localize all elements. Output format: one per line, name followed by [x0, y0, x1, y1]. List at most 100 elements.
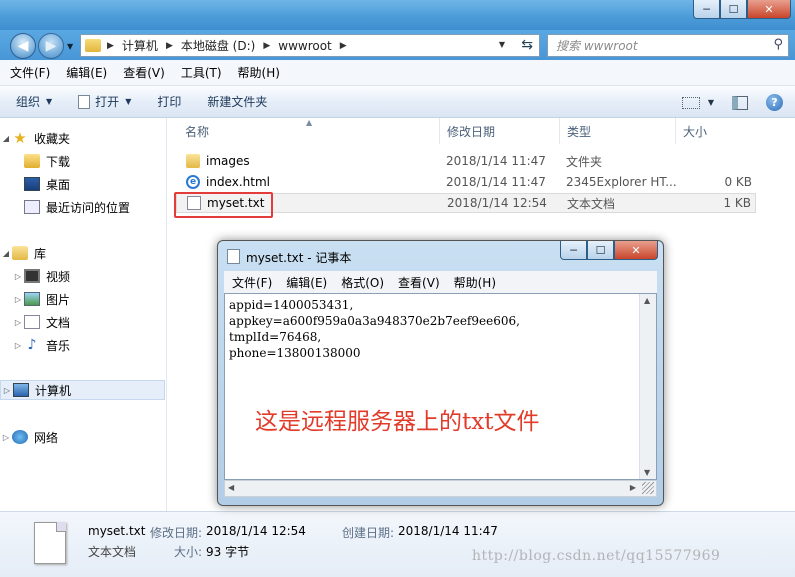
nav-libraries[interactable]: ◢ 库	[0, 243, 165, 263]
menu-view[interactable]: 查看(V)	[123, 64, 165, 81]
video-library-icon	[24, 269, 40, 283]
notepad-close-button[interactable]: ✕	[614, 241, 658, 260]
file-row-index-html[interactable]: e index.html 2018/1/14 11:47 2345Explore…	[176, 172, 756, 192]
nav-favorites[interactable]: ◢ ★ 收藏夹	[0, 128, 165, 148]
notepad-text-area[interactable]: appid=1400053431, appkey=a600f959a0a3a94…	[224, 293, 657, 480]
navigation-pane: ◢ ★ 收藏夹 下载 桌面 最近访问的位置 ◢ 库 ▷ 视频 ▷ 图片 ▷ 文档…	[0, 118, 167, 511]
open-button[interactable]: 打开 ▼	[78, 93, 131, 110]
column-size-label: 大小	[683, 124, 708, 139]
search-input[interactable]: 搜索 wwwroot ⚲	[547, 34, 789, 57]
breadcrumb-drive[interactable]: 本地磁盘 (D:)	[181, 37, 255, 54]
change-view-icon[interactable]	[681, 96, 700, 109]
column-header-size[interactable]: 大小	[676, 118, 756, 144]
scroll-left-icon[interactable]: ◀	[228, 483, 234, 492]
column-header-name[interactable]: 名称	[178, 118, 440, 144]
chevron-right-icon[interactable]: ▶	[166, 41, 173, 51]
computer-icon	[13, 383, 29, 397]
menu-bar: 文件(F) 编辑(E) 查看(V) 工具(T) 帮助(H)	[0, 60, 795, 86]
nav-videos[interactable]: ▷ 视频	[0, 266, 165, 286]
nav-documents[interactable]: ▷ 文档	[0, 312, 165, 332]
menu-file[interactable]: 文件(F)	[10, 64, 50, 81]
menu-edit[interactable]: 编辑(E)	[66, 64, 107, 81]
help-icon[interactable]: ?	[766, 94, 783, 111]
nav-desktop[interactable]: 桌面	[0, 174, 165, 194]
new-folder-button[interactable]: 新建文件夹	[207, 93, 267, 110]
recent-pages-dropdown-icon[interactable]: ▼	[67, 42, 73, 51]
scroll-up-icon[interactable]: ▲	[644, 296, 650, 305]
scroll-down-icon[interactable]: ▼	[644, 468, 650, 477]
notepad-menu-file[interactable]: 文件(F)	[232, 274, 272, 291]
nav-videos-label: 视频	[46, 269, 71, 284]
menu-tools[interactable]: 工具(T)	[181, 64, 222, 81]
address-bar[interactable]: ▶ 计算机 ▶ 本地磁盘 (D:) ▶ wwwroot ▶ ▼ ⇆	[80, 34, 540, 57]
close-button[interactable]: ✕	[747, 0, 791, 19]
view-dropdown-icon[interactable]: ▼	[708, 98, 714, 107]
notepad-content[interactable]: appid=1400053431, appkey=a600f959a0a3a94…	[229, 297, 520, 361]
refresh-icon[interactable]: ⇆	[521, 37, 533, 53]
collapsed-triangle-icon[interactable]: ▷	[12, 318, 24, 327]
collapsed-triangle-icon[interactable]: ▷	[1, 386, 13, 395]
title-bar: ─ ☐ ✕	[0, 0, 795, 30]
search-placeholder: 搜索 wwwroot	[556, 39, 638, 53]
collapsed-triangle-icon[interactable]: ▷	[12, 341, 24, 350]
nav-pictures[interactable]: ▷ 图片	[0, 289, 165, 309]
minimize-button[interactable]: ─	[693, 0, 720, 19]
network-icon	[12, 430, 28, 444]
collapsed-triangle-icon[interactable]: ▷	[12, 272, 24, 281]
vertical-scrollbar[interactable]: ▲ ▼	[639, 294, 656, 479]
maximize-button[interactable]: ☐	[720, 0, 747, 19]
notepad-menu-view[interactable]: 查看(V)	[398, 274, 440, 291]
caption-buttons: ─ ☐ ✕	[693, 0, 791, 19]
breadcrumb-wwwroot[interactable]: wwwroot	[278, 39, 332, 53]
chevron-right-icon[interactable]: ▶	[263, 41, 270, 51]
column-header-type[interactable]: 类型	[560, 118, 676, 144]
breadcrumb-computer[interactable]: 计算机	[122, 37, 158, 54]
address-dropdown-icon[interactable]: ▼	[499, 40, 505, 49]
forward-button[interactable]: ▶	[38, 33, 64, 59]
column-header-date[interactable]: 修改日期	[440, 118, 560, 144]
notepad-menu-help[interactable]: 帮助(H)	[454, 274, 496, 291]
preview-pane-icon[interactable]	[732, 95, 748, 110]
chevron-right-icon[interactable]: ▶	[340, 41, 347, 51]
menu-help[interactable]: 帮助(H)	[238, 64, 280, 81]
notepad-menu-format[interactable]: 格式(O)	[341, 274, 384, 291]
organize-label: 组织	[16, 95, 41, 109]
organize-button[interactable]: 组织 ▼	[16, 93, 52, 110]
library-icon	[12, 246, 28, 260]
notepad-minimize-button[interactable]: ─	[560, 241, 587, 260]
column-type-label: 类型	[567, 124, 592, 139]
horizontal-scrollbar[interactable]: ◀ ▶	[224, 480, 657, 497]
notepad-maximize-button[interactable]: ☐	[587, 241, 614, 260]
expanded-triangle-icon[interactable]: ◢	[0, 134, 12, 143]
new-folder-label: 新建文件夹	[207, 95, 268, 109]
watermark: http://blog.csdn.net/qq15577969	[472, 548, 721, 564]
print-button[interactable]: 打印	[157, 93, 181, 110]
file-size: 1 KB	[723, 196, 751, 210]
collapsed-triangle-icon[interactable]: ▷	[0, 433, 12, 442]
browser-document-icon: e	[186, 175, 200, 189]
notepad-menu-edit[interactable]: 编辑(E)	[286, 274, 327, 291]
documents-library-icon	[24, 315, 40, 329]
expanded-triangle-icon[interactable]: ◢	[0, 249, 12, 258]
nav-desktop-label: 桌面	[46, 177, 71, 192]
details-size-value: 93 字节	[206, 545, 250, 559]
file-type: 文本文档	[567, 196, 616, 211]
nav-downloads[interactable]: 下载	[0, 151, 165, 171]
nav-recent-places[interactable]: 最近访问的位置	[0, 197, 165, 217]
details-file-type: 文本文档	[88, 545, 137, 559]
nav-network[interactable]: ▷ 网络	[0, 427, 165, 447]
notepad-caption-buttons: ─ ☐ ✕	[560, 241, 658, 260]
details-created-value: 2018/1/14 11:47	[398, 524, 498, 538]
resize-grip-icon[interactable]	[642, 482, 654, 494]
back-button[interactable]: ◀	[10, 33, 36, 59]
chevron-right-icon[interactable]: ▶	[107, 41, 114, 51]
file-row-images[interactable]: images 2018/1/14 11:47 文件夹	[176, 151, 756, 171]
nav-music[interactable]: ▷ ♪ 音乐	[0, 335, 165, 355]
star-icon: ★	[13, 129, 27, 147]
collapsed-triangle-icon[interactable]: ▷	[12, 295, 24, 304]
nav-computer[interactable]: ▷ 计算机	[0, 380, 165, 400]
scroll-right-icon[interactable]: ▶	[630, 483, 636, 492]
search-icon[interactable]: ⚲	[773, 37, 783, 52]
column-date-label: 修改日期	[447, 124, 496, 139]
nav-network-label: 网络	[34, 430, 59, 445]
